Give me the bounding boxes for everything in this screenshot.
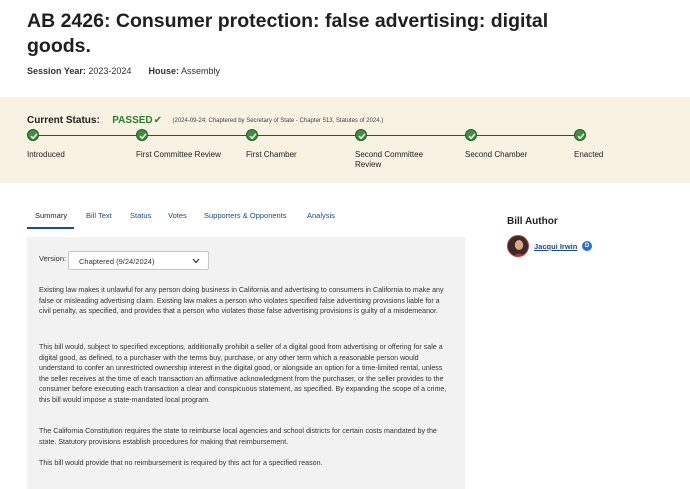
summary-paragraph: The California Constitution requires the… bbox=[39, 427, 437, 446]
step-label: First Chamber bbox=[246, 150, 297, 159]
tab-bill-text[interactable]: Bill Text bbox=[86, 211, 112, 220]
check-circle-icon bbox=[246, 129, 258, 141]
bill-meta: Session Year: 2023-2024 House: Assembly bbox=[27, 66, 220, 76]
house-value: Assembly bbox=[181, 66, 221, 76]
check-circle-icon bbox=[465, 129, 477, 141]
session-year-label: Session Year: bbox=[27, 66, 86, 76]
author-name-link[interactable]: Jacqui Irwin bbox=[534, 242, 577, 251]
chevron-down-icon bbox=[192, 258, 200, 264]
bill-title: AB 2426: Consumer protection: false adve… bbox=[27, 10, 549, 57]
tab-votes[interactable]: Votes bbox=[168, 211, 187, 220]
tab-summary[interactable]: Summary bbox=[35, 211, 67, 220]
tab-status[interactable]: Status bbox=[130, 211, 151, 220]
status-detail: (2024-09-24: Chaptered by Secretary of S… bbox=[172, 118, 384, 124]
check-circle-icon bbox=[136, 129, 148, 141]
session-year-value: 2023-2024 bbox=[88, 66, 132, 76]
version-select-value: Chaptered (9/24/2024) bbox=[79, 257, 155, 266]
house-label: House: bbox=[148, 66, 179, 76]
check-circle-icon bbox=[355, 129, 367, 141]
bill-tabs: Summary Bill Text Status Votes Supporter… bbox=[27, 203, 465, 230]
check-circle-icon bbox=[27, 129, 39, 141]
status-value: PASSED bbox=[112, 115, 153, 126]
progress-track bbox=[32, 135, 580, 136]
version-select[interactable]: Chaptered (9/24/2024) bbox=[68, 251, 209, 270]
avatar bbox=[507, 235, 529, 257]
step-label: Second Committee Review bbox=[355, 150, 424, 169]
version-label: Version: bbox=[39, 254, 67, 263]
check-circle-icon bbox=[574, 129, 586, 141]
current-status: Current Status: PASSED✔ (2024-09-24: Cha… bbox=[27, 110, 383, 128]
party-badge: D bbox=[582, 241, 592, 251]
check-icon: ✔ bbox=[153, 115, 163, 126]
active-tab-indicator bbox=[27, 227, 74, 229]
bill-author-heading: Bill Author bbox=[507, 216, 558, 227]
summary-paragraph: This bill would, subject to specified ex… bbox=[39, 343, 447, 404]
step-label: Enacted bbox=[574, 150, 604, 159]
summary-paragraph: Existing law makes it unlawful for any p… bbox=[39, 286, 444, 316]
step-label: First Committee Review bbox=[136, 150, 221, 159]
tab-analysis[interactable]: Analysis bbox=[307, 211, 335, 220]
step-label: Introduced bbox=[27, 150, 65, 159]
step-label: Second Chamber bbox=[465, 150, 528, 159]
tab-supporters-opponents[interactable]: Supporters & Opponents bbox=[204, 211, 287, 220]
summary-panel: Version: Chaptered (9/24/2024) Existing … bbox=[27, 237, 465, 489]
current-status-label: Current Status: bbox=[27, 115, 100, 126]
summary-paragraph: This bill would provide that no reimburs… bbox=[39, 459, 323, 467]
